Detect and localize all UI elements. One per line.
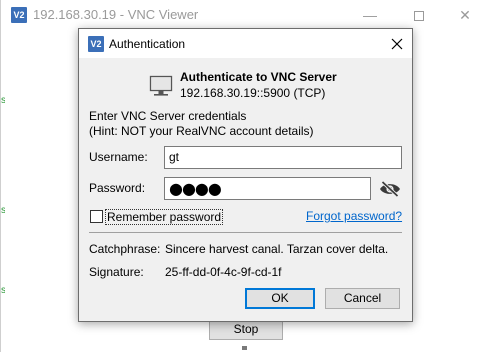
password-mask: ●●●● [169,179,222,198]
show-password-button[interactable] [378,179,402,199]
remember-password-label[interactable]: Remember password [105,209,224,225]
maximize-button[interactable] [404,4,434,26]
edge-fragment: s [1,96,5,106]
password-field[interactable]: ●●●● [164,177,371,200]
resize-grip [242,346,247,350]
realvnc-icon: V2 [88,36,104,52]
signature-label: Signature: [89,265,144,279]
username-label: Username: [89,150,148,164]
viewer-titlebar[interactable]: V2 192.168.30.19 - VNC Viewer — ✕ [1,0,486,30]
forgot-password-link[interactable]: Forgot password? [306,209,402,223]
server-address: 192.168.30.19::5900 (TCP) [180,86,326,100]
viewer-window-title: 192.168.30.19 - VNC Viewer [33,7,199,22]
dialog-title: Authentication [109,37,186,51]
viewer-close-button[interactable]: ✕ [450,4,480,26]
maximize-icon [414,11,424,22]
username-field[interactable]: gt [164,146,402,169]
realvnc-app-icon: V2 [11,7,27,23]
monitor-icon [149,75,173,96]
edge-fragment: s [1,206,5,216]
catchphrase-label: Catchphrase: [89,242,161,256]
divider [89,232,402,233]
catchphrase-value: Sincere harvest canal. Tarzan cover delt… [165,242,389,256]
eye-slash-icon [380,180,400,198]
cancel-button[interactable]: Cancel [325,288,400,309]
authentication-dialog: V2 Authentication Authenticate to VNC Se… [78,28,413,322]
ok-button[interactable]: OK [245,288,315,309]
dialog-titlebar[interactable]: V2 Authentication [79,29,412,58]
minimize-button[interactable]: — [355,4,385,26]
server-heading: Authenticate to VNC Server [180,70,337,84]
close-button[interactable] [385,33,409,55]
signature-value: 25-ff-dd-0f-4c-9f-cd-1f [165,265,282,279]
edge-fragment: s [1,286,5,296]
close-icon [391,38,403,50]
remember-password-checkbox[interactable] [90,210,103,223]
password-label: Password: [89,181,146,195]
instruction-text: Enter VNC Server credentials [89,109,247,123]
hint-text: (Hint: NOT your RealVNC account details) [89,124,314,138]
